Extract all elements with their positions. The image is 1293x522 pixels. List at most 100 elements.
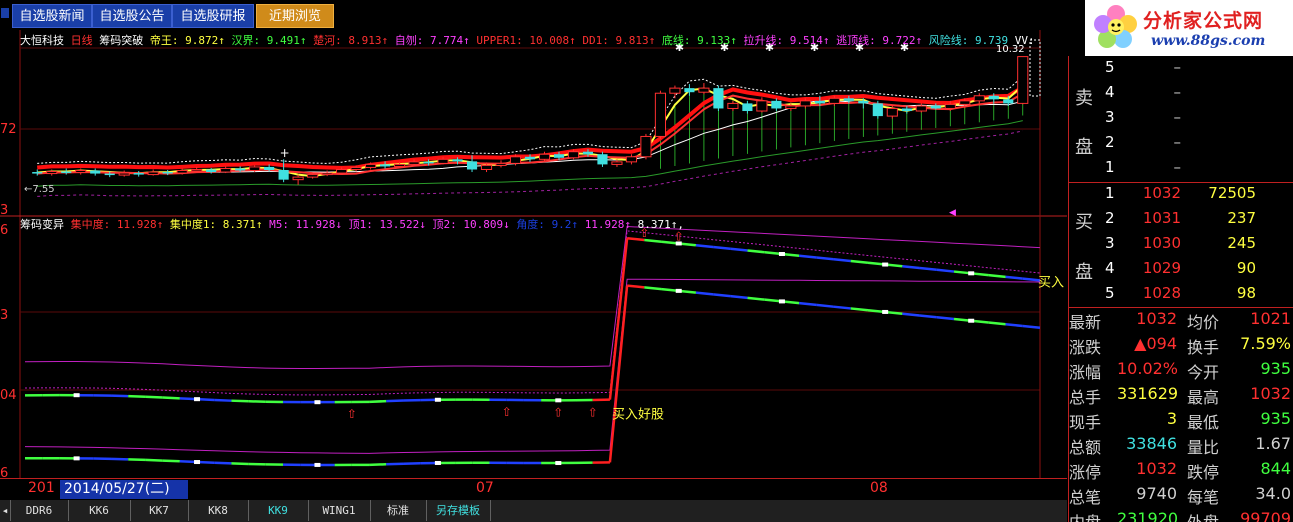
candle-body xyxy=(727,102,739,109)
candle-body xyxy=(264,166,275,170)
legend-item: 角度: 9.2↑ xyxy=(510,218,578,231)
quote-label: 量比 xyxy=(1187,438,1220,457)
year-label: 201 xyxy=(28,480,55,496)
concentration-line xyxy=(713,245,731,250)
concentration1-line xyxy=(1005,323,1023,328)
legend-item: 逃顶线: 9.722↑ xyxy=(829,34,922,47)
tab-watchlist-news[interactable]: 自选股新闻 xyxy=(12,4,92,28)
formula-name: 筹码突破 xyxy=(99,34,144,47)
concentration1-line xyxy=(936,315,955,321)
data-point xyxy=(434,460,441,465)
period-label: 日线 xyxy=(70,34,93,47)
chart-area[interactable]: 72 3 6 3 04 6 ✱ ✱ ✱ ✱ ✱ ✱ + ←7.55 10.32 ◀ ⇧ ⇧ ⇧ ⇧ ⇧ ⇧ 买入好股 买入 大… xyxy=(0,30,1067,478)
concentration1-line xyxy=(128,458,146,462)
candle-body xyxy=(771,100,782,109)
quote-row: 现手 3 最低 935 xyxy=(1069,409,1293,434)
data-point xyxy=(778,252,785,256)
y-axis-label: 6 xyxy=(0,466,8,478)
tab-kk9[interactable]: KK9 xyxy=(248,500,309,521)
quote-value: 9740 xyxy=(1136,484,1177,503)
tab-scroll-icon[interactable] xyxy=(1,8,9,18)
candle-body xyxy=(495,162,507,166)
orderbook-level: 4 xyxy=(1105,259,1115,277)
orderbook-row[interactable]: 5 1028 98 xyxy=(1069,284,1293,309)
orderbook-row[interactable]: 2 1031 237 xyxy=(1069,209,1293,234)
candle-body xyxy=(466,161,478,170)
legend-item-label: 顶1: xyxy=(348,218,373,231)
candle-body xyxy=(524,156,536,160)
bottom-line xyxy=(37,120,1023,187)
tab-ddr6[interactable]: DDR6 xyxy=(10,500,69,521)
tab-standard[interactable]: 标准 xyxy=(370,500,427,521)
legend-item-value: 11.928↑ xyxy=(584,218,632,231)
candle-body xyxy=(828,97,840,104)
legend-item-label: 风险线: xyxy=(928,34,969,47)
orderbook-row[interactable]: 3 1030 245 xyxy=(1069,234,1293,259)
legend-item-value: 9.514↑ xyxy=(789,34,830,47)
chart-canvas[interactable]: 72363046✱ ✱ ✱ ✱ ✱ ✱+←7.5510.32◀⇧ ⇧ ⇧ ⇧⇧ ⇧买入好股买入 xyxy=(0,30,1067,478)
candle-body xyxy=(930,105,941,109)
candle-body xyxy=(959,100,971,105)
top1-line xyxy=(24,225,1041,369)
candle-body xyxy=(814,100,825,104)
orderbook-row[interactable]: 1 – – xyxy=(1069,158,1293,183)
legend-item-value: 9.722↑ xyxy=(882,34,923,47)
legend-item: 楚河: 8.913↑ xyxy=(307,34,389,47)
orderbook-price: – xyxy=(1173,158,1182,176)
candle-body xyxy=(1017,56,1029,104)
quote-value: 231920 xyxy=(1117,509,1179,522)
site-logo: 分析家公式网 www.88gs.com xyxy=(1085,0,1293,56)
candle-body xyxy=(915,105,927,112)
concentration-line xyxy=(145,395,163,399)
candle-body xyxy=(988,95,999,100)
candle-body xyxy=(611,161,623,165)
concentration1-line xyxy=(988,321,1006,326)
data-point xyxy=(882,309,889,314)
quote-value: 10.02% xyxy=(1117,359,1179,378)
tab-save-template[interactable]: 另存模板 xyxy=(426,500,491,521)
candle-body xyxy=(423,161,434,164)
candle-body xyxy=(944,103,956,109)
y-axis-label: 3 xyxy=(0,308,8,323)
quote-label: 外盘 xyxy=(1187,509,1219,522)
candle-body xyxy=(886,107,898,117)
tab-recent-browse[interactable]: 近期浏览 xyxy=(256,4,334,28)
legend-item-value: 13.522↓ xyxy=(379,218,426,231)
orderbook-row[interactable]: 2 – – xyxy=(1069,133,1293,158)
orderbook-volume: – xyxy=(1219,158,1293,176)
candle-body xyxy=(901,108,912,112)
legend-item-value: 8.913↑ xyxy=(348,34,389,47)
tab-kk7[interactable]: KK7 xyxy=(130,500,189,521)
orderbook-row[interactable]: 4 – – xyxy=(1069,83,1293,108)
candle-body xyxy=(162,172,173,174)
quote-row: 最新 1032 均价 1021 xyxy=(1069,309,1293,334)
tab-wing1[interactable]: WING1 xyxy=(308,500,371,521)
candle-body xyxy=(785,105,797,109)
legend-item: 自刎: 7.774↑ xyxy=(388,34,470,47)
tab-kk8[interactable]: KK8 xyxy=(188,500,249,521)
legend-item: 集中度: 11.928↑ xyxy=(71,218,164,231)
tab-watchlist-announcements[interactable]: 自选股公告 xyxy=(92,4,172,28)
buy-arrow-icon: ⇧ xyxy=(553,406,563,420)
tab-kk6[interactable]: KK6 xyxy=(68,500,131,521)
legend-item-label: 拉升线: xyxy=(743,34,784,47)
orderbook-level: 1 xyxy=(1105,184,1115,202)
orderbook-level: 2 xyxy=(1105,209,1115,227)
legend-item-label: 顶2: xyxy=(432,218,457,231)
orderbook-row[interactable]: 5 – – xyxy=(1069,58,1293,83)
orderbook-level: 3 xyxy=(1105,108,1115,126)
data-point xyxy=(194,397,201,402)
quote-panel: 卖 盘 5––4––3––2––1–– 买 盘 1103272505210312… xyxy=(1068,56,1293,522)
legend-item-value: 9.813↑ xyxy=(615,34,656,47)
date-axis-bar: 201 2014/05/27(二) 07 08 xyxy=(0,478,1067,501)
orderbook-row[interactable]: 1 1032 72505 xyxy=(1069,184,1293,209)
candle-body xyxy=(654,92,667,137)
orderbook-row[interactable]: 4 1029 90 xyxy=(1069,259,1293,284)
candle-body xyxy=(669,87,681,94)
concentration1-line xyxy=(369,463,387,467)
quote-label: 涨跌 xyxy=(1069,338,1102,357)
orderbook-row[interactable]: 3 – – xyxy=(1069,108,1293,133)
tab-watchlist-research[interactable]: 自选股研报 xyxy=(172,4,254,28)
quote-value: 33846 xyxy=(1126,434,1177,453)
concentration-line xyxy=(936,268,955,273)
